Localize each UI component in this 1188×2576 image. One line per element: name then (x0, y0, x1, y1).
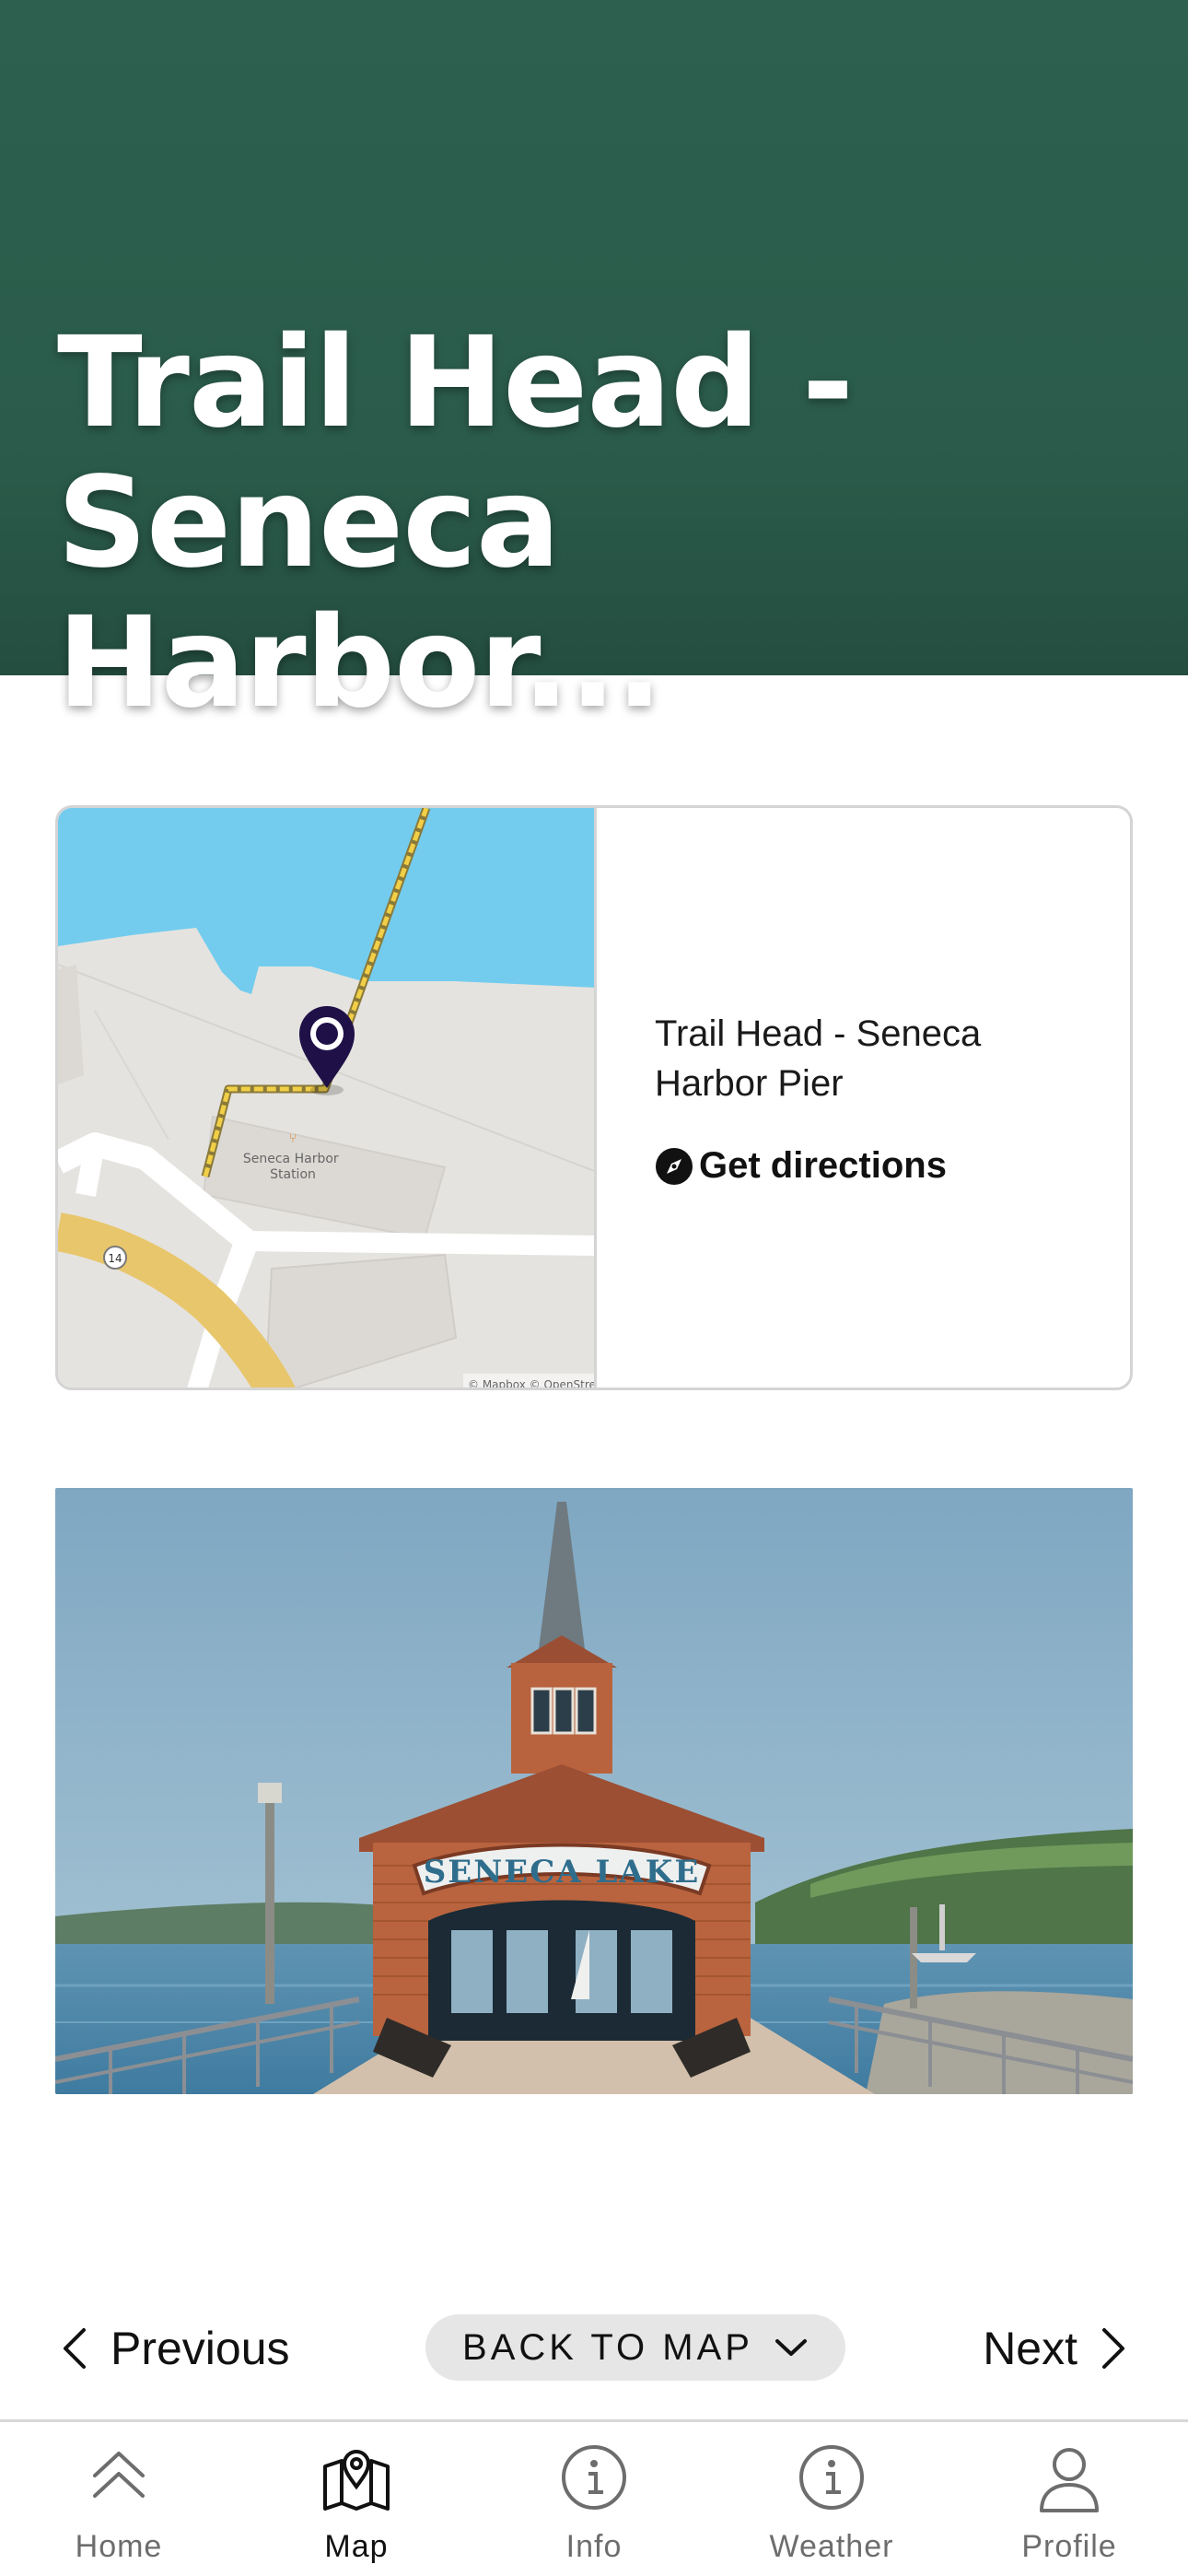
get-directions-label: Get directions (699, 1145, 947, 1186)
tab-info-label: Info (565, 2529, 623, 2564)
get-directions-link[interactable]: Get directions (655, 1145, 1088, 1187)
route-shield-label: 14 (108, 1252, 122, 1265)
tab-profile[interactable]: Profile (950, 2422, 1188, 2576)
next-label: Next (983, 2323, 1077, 2374)
chevron-left-icon (64, 2328, 86, 2369)
previous-button[interactable]: Previous (61, 2314, 290, 2383)
info-icon (562, 2445, 626, 2510)
location-card: 14 ⑂ Seneca Harbor Station © Mapbox © Op… (55, 805, 1133, 1390)
back-to-map-label: BACK TO MAP (462, 2326, 753, 2368)
tab-info[interactable]: Info (475, 2422, 713, 2576)
compass-icon (656, 1147, 693, 1185)
trail-detail-screen: Trail Head - Seneca Harbor... 14 ⑂ Senec… (0, 0, 1188, 2576)
tab-map[interactable]: Map (238, 2422, 475, 2576)
tab-map-label: Map (324, 2529, 389, 2564)
back-to-map-button[interactable]: BACK TO MAP (425, 2314, 845, 2381)
user-icon (1040, 2448, 1099, 2512)
info-icon (799, 2445, 864, 2510)
chevron-right-icon (1102, 2328, 1124, 2369)
tab-weather[interactable]: Weather (713, 2422, 950, 2576)
map-thumbnail[interactable]: 14 ⑂ Seneca Harbor Station © Mapbox © Op… (58, 808, 597, 1388)
sign-text: SENECA LAKE (424, 1854, 701, 1891)
tab-weather-label: Weather (769, 2529, 894, 2564)
tab-profile-label: Profile (1021, 2529, 1117, 2564)
tab-home[interactable]: Home (0, 2422, 238, 2576)
page-title: Trail Head - Seneca Harbor... (57, 310, 854, 736)
pier-photo: SENECA LAKE (55, 1488, 1133, 2094)
location-info: Trail Head - Seneca Harbor Pier Get dire… (655, 1009, 1088, 1187)
map-pin-icon (323, 2450, 390, 2511)
previous-label: Previous (111, 2323, 290, 2374)
location-name: Trail Head - Seneca Harbor Pier (655, 1013, 982, 1104)
chevrons-up-icon (93, 2452, 145, 2498)
header-banner: Trail Head - Seneca Harbor... (0, 0, 1188, 733)
next-button[interactable]: Next (983, 2314, 1127, 2383)
chevron-down-icon (775, 2339, 807, 2356)
restaurant-icon: ⑂ (289, 1131, 297, 1146)
map-attribution: © Mapbox © OpenStreetMap (468, 1378, 597, 1388)
tab-home-label: Home (75, 2529, 163, 2564)
bottom-tab-bar: Home Map Info Weather Profile (0, 2419, 1188, 2576)
